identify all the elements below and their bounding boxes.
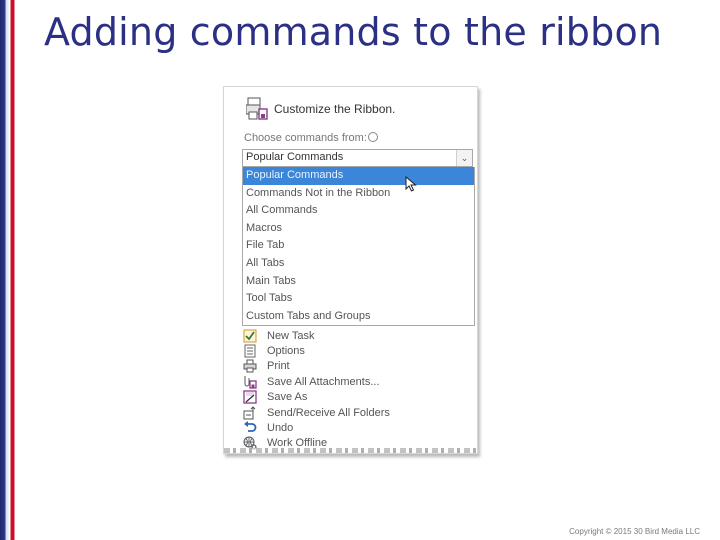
dropdown-option[interactable]: Tool Tabs xyxy=(243,290,474,308)
dropdown-option[interactable]: Main Tabs xyxy=(243,273,474,291)
list-item[interactable]: Save All Attachments... xyxy=(242,374,473,389)
dropdown-option[interactable]: Commands Not in the Ribbon xyxy=(243,185,474,203)
customize-ribbon-icon xyxy=(245,97,268,121)
commands-list: New Task Options Print Save All Attachme… xyxy=(242,328,473,451)
info-icon xyxy=(367,132,378,142)
command-label: Undo xyxy=(267,422,294,435)
task-check-icon xyxy=(242,329,258,343)
undo-icon xyxy=(242,421,258,435)
commands-dropdown-list[interactable]: Popular Commands Commands Not in the Rib… xyxy=(242,167,475,326)
command-label: New Task xyxy=(267,329,315,342)
dropdown-option[interactable]: File Tab xyxy=(243,237,474,255)
command-label: Print xyxy=(267,360,290,373)
options-icon xyxy=(242,344,258,358)
attachments-icon xyxy=(242,375,258,389)
dropdown-option[interactable]: Popular Commands xyxy=(243,167,474,185)
save-as-icon xyxy=(242,390,258,404)
dropdown-option[interactable]: All Tabs xyxy=(243,255,474,273)
slide-accent-bar xyxy=(0,0,16,540)
panel-torn-edge xyxy=(224,448,477,453)
command-label: Save All Attachments... xyxy=(267,375,380,388)
slide-title: Adding commands to the ribbon xyxy=(44,10,663,54)
choose-commands-label: Choose commands from: xyxy=(244,132,378,144)
command-label: Options xyxy=(267,345,305,358)
list-item[interactable]: Options xyxy=(242,343,473,358)
header-label: Customize the Ribbon. xyxy=(274,102,396,116)
command-label: Save As xyxy=(267,391,308,404)
list-item[interactable]: Send/Receive All Folders xyxy=(242,405,473,420)
dropdown-option[interactable]: All Commands xyxy=(243,202,474,220)
choose-commands-combobox[interactable]: Popular Commands ⌄ xyxy=(242,149,473,167)
mouse-pointer-icon xyxy=(405,176,417,192)
list-item[interactable]: Save As xyxy=(242,390,473,405)
panel-header: Customize the Ribbon. xyxy=(245,97,396,121)
list-item[interactable]: Print xyxy=(242,359,473,374)
printer-icon xyxy=(242,359,258,373)
list-item[interactable]: Undo xyxy=(242,420,473,435)
customize-ribbon-panel: Customize the Ribbon. Choose commands fr… xyxy=(223,86,478,454)
dropdown-option[interactable]: Macros xyxy=(243,220,474,238)
send-receive-icon xyxy=(242,405,258,420)
combo-value: Popular Commands xyxy=(246,151,344,163)
list-item[interactable]: New Task xyxy=(242,328,473,343)
dropdown-option[interactable]: Custom Tabs and Groups xyxy=(243,308,474,326)
command-label: Send/Receive All Folders xyxy=(267,406,390,419)
chevron-down-icon[interactable]: ⌄ xyxy=(456,150,472,166)
copyright-text: Copyright © 2015 30 Bird Media LLC xyxy=(569,527,700,536)
